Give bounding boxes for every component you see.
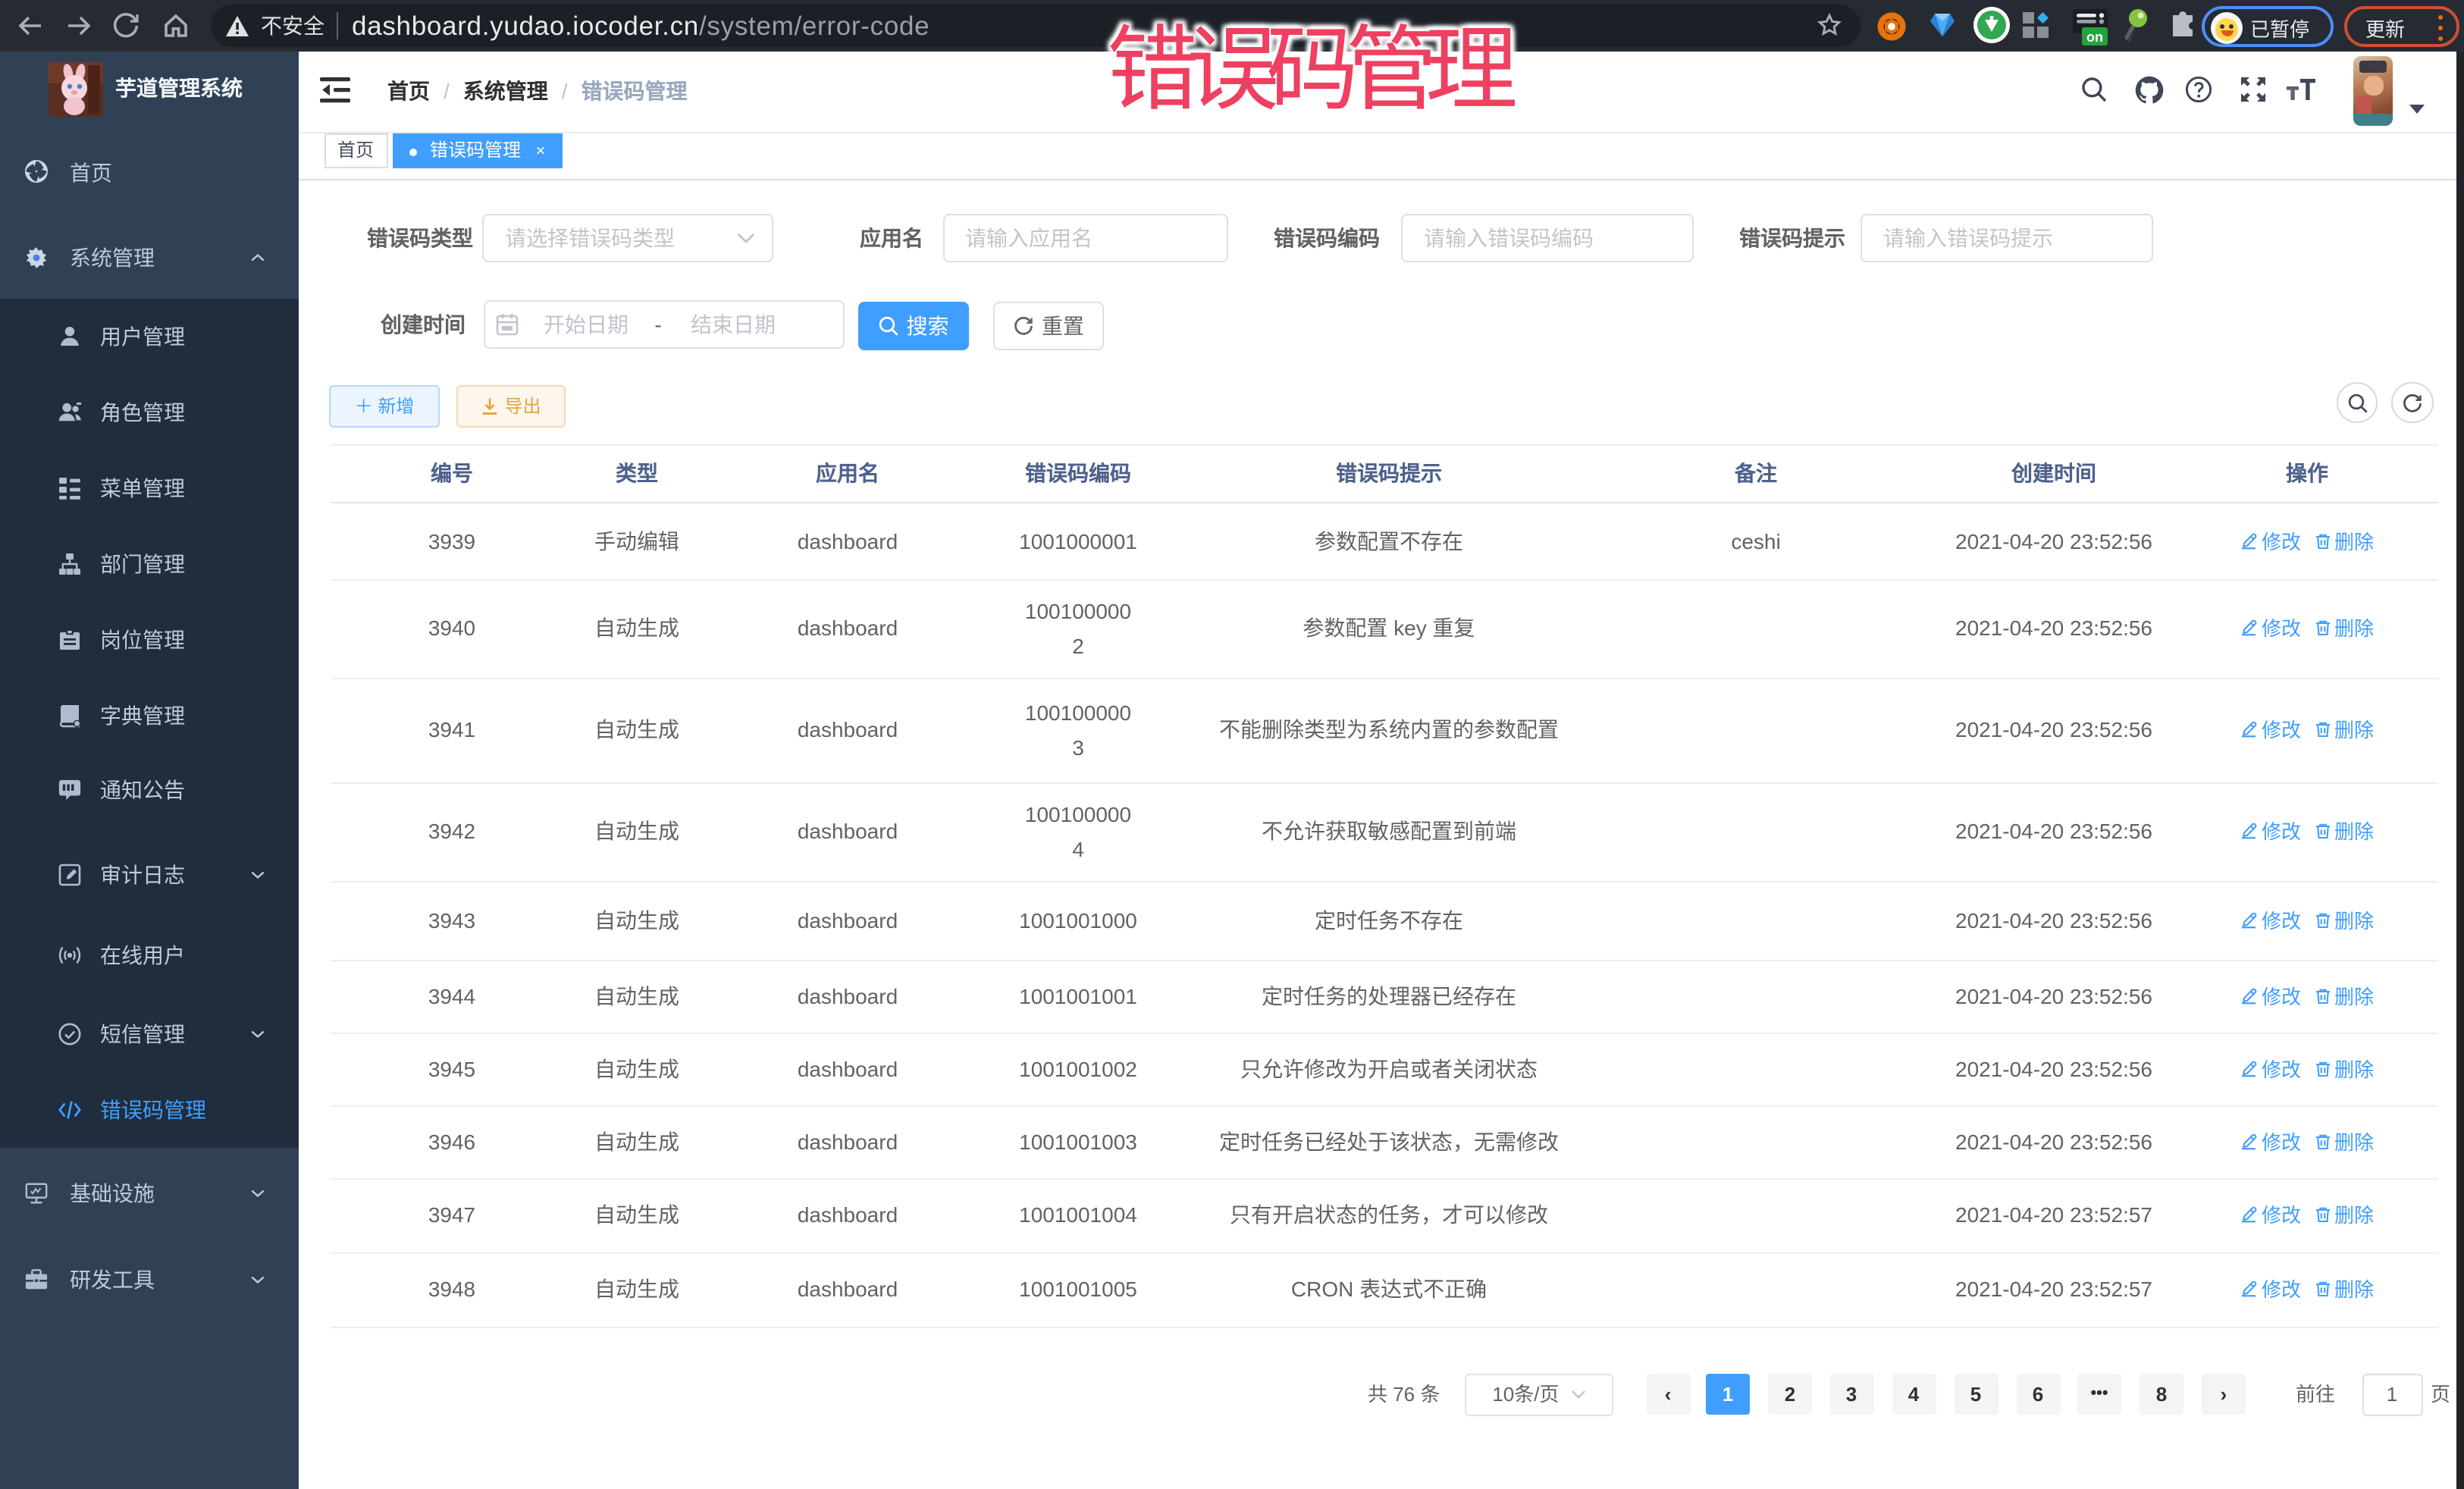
svg-text:on: on xyxy=(2086,30,2103,45)
